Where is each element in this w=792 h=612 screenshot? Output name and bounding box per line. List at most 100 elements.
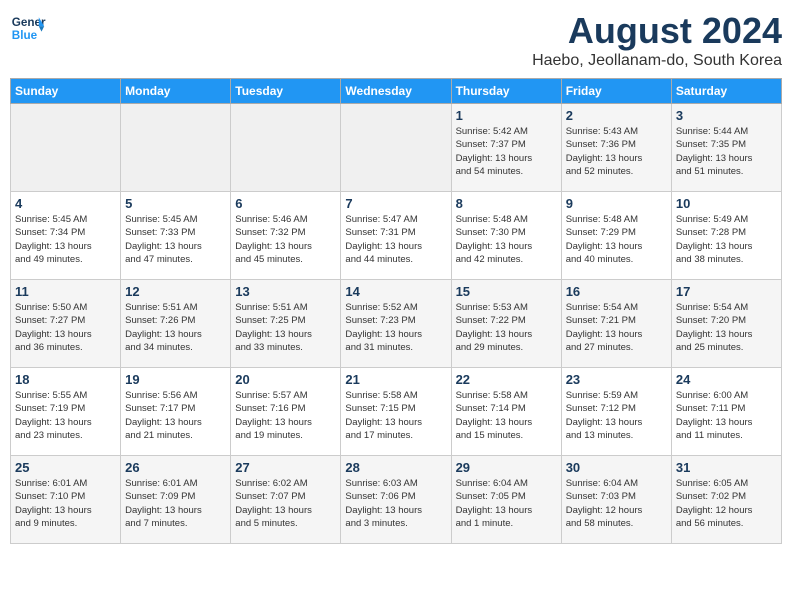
- day-info: Sunrise: 5:56 AM Sunset: 7:17 PM Dayligh…: [125, 389, 226, 442]
- weekday-header: Wednesday: [341, 79, 451, 104]
- day-info: Sunrise: 6:01 AM Sunset: 7:09 PM Dayligh…: [125, 477, 226, 530]
- day-info: Sunrise: 5:43 AM Sunset: 7:36 PM Dayligh…: [566, 125, 667, 178]
- calendar-cell: 7Sunrise: 5:47 AM Sunset: 7:31 PM Daylig…: [341, 192, 451, 280]
- day-number: 14: [345, 284, 446, 299]
- day-number: 10: [676, 196, 777, 211]
- day-number: 29: [456, 460, 557, 475]
- day-info: Sunrise: 6:00 AM Sunset: 7:11 PM Dayligh…: [676, 389, 777, 442]
- calendar-cell: [11, 104, 121, 192]
- subtitle: Haebo, Jeollanam-do, South Korea: [532, 52, 782, 70]
- calendar-cell: 11 Sunrise: 5:50 AM Sunset: 7:27 PM Dayli…: [11, 280, 121, 368]
- weekday-header: Saturday: [671, 79, 781, 104]
- svg-text:Blue: Blue: [12, 29, 38, 42]
- day-info: Sunrise: 5:48 AM Sunset: 7:29 PM Dayligh…: [566, 213, 667, 266]
- day-number: 22: [456, 372, 557, 387]
- day-number: 13: [235, 284, 336, 299]
- calendar-cell: 23 Sunrise: 5:59 AM Sunset: 7:12 PM Dayli…: [561, 368, 671, 456]
- day-number: 8: [456, 196, 557, 211]
- calendar-cell: 8 Sunrise: 5:48 AM Sunset: 7:30 PM Daylig…: [451, 192, 561, 280]
- title-area: August 2024 Haebo, Jeollanam-do, South K…: [532, 10, 782, 70]
- day-info: Sunrise: 5:55 AM Sunset: 7:19 PM Dayligh…: [15, 389, 116, 442]
- day-info: Sunrise: 5:54 AM Sunset: 7:20 PM Dayligh…: [676, 301, 777, 354]
- calendar-cell: 4 Sunrise: 5:45 AM Sunset: 7:34 PM Daylig…: [11, 192, 121, 280]
- day-info: Sunrise: 6:04 AM Sunset: 7:03 PM Dayligh…: [566, 477, 667, 530]
- calendar-cell: [231, 104, 341, 192]
- calendar-cell: 30 Sunrise: 6:04 AM Sunset: 7:03 PM Dayli…: [561, 456, 671, 544]
- calendar-cell: 9 Sunrise: 5:48 AM Sunset: 7:29 PM Daylig…: [561, 192, 671, 280]
- day-info: Sunrise: 5:58 AM Sunset: 7:15 PM Dayligh…: [345, 389, 446, 442]
- day-number: 19: [125, 372, 226, 387]
- day-number: 11: [15, 284, 116, 299]
- header: General Blue August 2024 Haebo, Jeollana…: [10, 10, 782, 70]
- day-number: 6: [235, 196, 336, 211]
- day-info: Sunrise: 5:46 AM Sunset: 7:32 PM Dayligh…: [235, 213, 336, 266]
- month-title: August 2024: [532, 10, 782, 52]
- calendar-cell: 10 Sunrise: 5:49 AM Sunset: 7:28 PM Dayli…: [671, 192, 781, 280]
- day-info: Sunrise: 5:52 AM Sunset: 7:23 PM Dayligh…: [345, 301, 446, 354]
- calendar-cell: 5 Sunrise: 5:45 AM Sunset: 7:33 PM Daylig…: [121, 192, 231, 280]
- calendar-cell: 19 Sunrise: 5:56 AM Sunset: 7:17 PM Dayli…: [121, 368, 231, 456]
- day-number: 24: [676, 372, 777, 387]
- calendar-cell: 22 Sunrise: 5:58 AM Sunset: 7:14 PM Dayli…: [451, 368, 561, 456]
- logo: General Blue: [10, 10, 46, 46]
- calendar-cell: 21 Sunrise: 5:58 AM Sunset: 7:15 PM Dayli…: [341, 368, 451, 456]
- calendar-cell: [121, 104, 231, 192]
- day-number: 28: [345, 460, 446, 475]
- day-info: Sunrise: 5:44 AM Sunset: 7:35 PM Dayligh…: [676, 125, 777, 178]
- calendar-cell: 13 Sunrise: 5:51 AM Sunset: 7:25 PM Dayli…: [231, 280, 341, 368]
- weekday-header: Tuesday: [231, 79, 341, 104]
- calendar-cell: 31 Sunrise: 6:05 AM Sunset: 7:02 PM Dayli…: [671, 456, 781, 544]
- calendar-cell: 14 Sunrise: 5:52 AM Sunset: 7:23 PM Dayli…: [341, 280, 451, 368]
- calendar-cell: 29 Sunrise: 6:04 AM Sunset: 7:05 PM Dayli…: [451, 456, 561, 544]
- calendar-cell: 24 Sunrise: 6:00 AM Sunset: 7:11 PM Dayli…: [671, 368, 781, 456]
- day-number: 12: [125, 284, 226, 299]
- day-info: Sunrise: 5:50 AM Sunset: 7:27 PM Dayligh…: [15, 301, 116, 354]
- day-number: 9: [566, 196, 667, 211]
- day-info: Sunrise: 5:57 AM Sunset: 7:16 PM Dayligh…: [235, 389, 336, 442]
- logo-icon: General Blue: [10, 10, 46, 46]
- day-number: 20: [235, 372, 336, 387]
- calendar-cell: 15Sunrise: 5:53 AM Sunset: 7:22 PM Dayli…: [451, 280, 561, 368]
- day-number: 5: [125, 196, 226, 211]
- day-info: Sunrise: 5:54 AM Sunset: 7:21 PM Dayligh…: [566, 301, 667, 354]
- day-info: Sunrise: 5:51 AM Sunset: 7:25 PM Dayligh…: [235, 301, 336, 354]
- day-number: 7: [345, 196, 446, 211]
- day-number: 4: [15, 196, 116, 211]
- day-info: Sunrise: 6:03 AM Sunset: 7:06 PM Dayligh…: [345, 477, 446, 530]
- calendar-cell: 20 Sunrise: 5:57 AM Sunset: 7:16 PM Dayli…: [231, 368, 341, 456]
- day-info: Sunrise: 6:02 AM Sunset: 7:07 PM Dayligh…: [235, 477, 336, 530]
- calendar-cell: 1Sunrise: 5:42 AM Sunset: 7:37 PM Daylig…: [451, 104, 561, 192]
- day-number: 31: [676, 460, 777, 475]
- calendar-cell: 17Sunrise: 5:54 AM Sunset: 7:20 PM Dayli…: [671, 280, 781, 368]
- day-number: 1: [456, 108, 557, 123]
- day-info: Sunrise: 5:58 AM Sunset: 7:14 PM Dayligh…: [456, 389, 557, 442]
- weekday-header: Sunday: [11, 79, 121, 104]
- day-info: Sunrise: 5:45 AM Sunset: 7:34 PM Dayligh…: [15, 213, 116, 266]
- weekday-header: Friday: [561, 79, 671, 104]
- day-info: Sunrise: 6:05 AM Sunset: 7:02 PM Dayligh…: [676, 477, 777, 530]
- day-number: 25: [15, 460, 116, 475]
- day-number: 2: [566, 108, 667, 123]
- calendar-cell: 12 Sunrise: 5:51 AM Sunset: 7:26 PM Dayli…: [121, 280, 231, 368]
- day-number: 30: [566, 460, 667, 475]
- day-number: 16: [566, 284, 667, 299]
- calendar-cell: 25Sunrise: 6:01 AM Sunset: 7:10 PM Dayli…: [11, 456, 121, 544]
- day-info: Sunrise: 6:04 AM Sunset: 7:05 PM Dayligh…: [456, 477, 557, 530]
- calendar-cell: 6 Sunrise: 5:46 AM Sunset: 7:32 PM Daylig…: [231, 192, 341, 280]
- calendar-cell: 28 Sunrise: 6:03 AM Sunset: 7:06 PM Dayli…: [341, 456, 451, 544]
- day-info: Sunrise: 5:51 AM Sunset: 7:26 PM Dayligh…: [125, 301, 226, 354]
- day-number: 26: [125, 460, 226, 475]
- day-number: 23: [566, 372, 667, 387]
- weekday-header: Monday: [121, 79, 231, 104]
- day-number: 21: [345, 372, 446, 387]
- day-number: 18: [15, 372, 116, 387]
- calendar-cell: 26 Sunrise: 6:01 AM Sunset: 7:09 PM Dayli…: [121, 456, 231, 544]
- day-info: Sunrise: 5:45 AM Sunset: 7:33 PM Dayligh…: [125, 213, 226, 266]
- day-info: Sunrise: 5:48 AM Sunset: 7:30 PM Dayligh…: [456, 213, 557, 266]
- day-info: Sunrise: 5:59 AM Sunset: 7:12 PM Dayligh…: [566, 389, 667, 442]
- day-info: Sunrise: 5:49 AM Sunset: 7:28 PM Dayligh…: [676, 213, 777, 266]
- calendar-cell: [341, 104, 451, 192]
- weekday-header: Thursday: [451, 79, 561, 104]
- day-number: 3: [676, 108, 777, 123]
- calendar-cell: 2 Sunrise: 5:43 AM Sunset: 7:36 PM Daylig…: [561, 104, 671, 192]
